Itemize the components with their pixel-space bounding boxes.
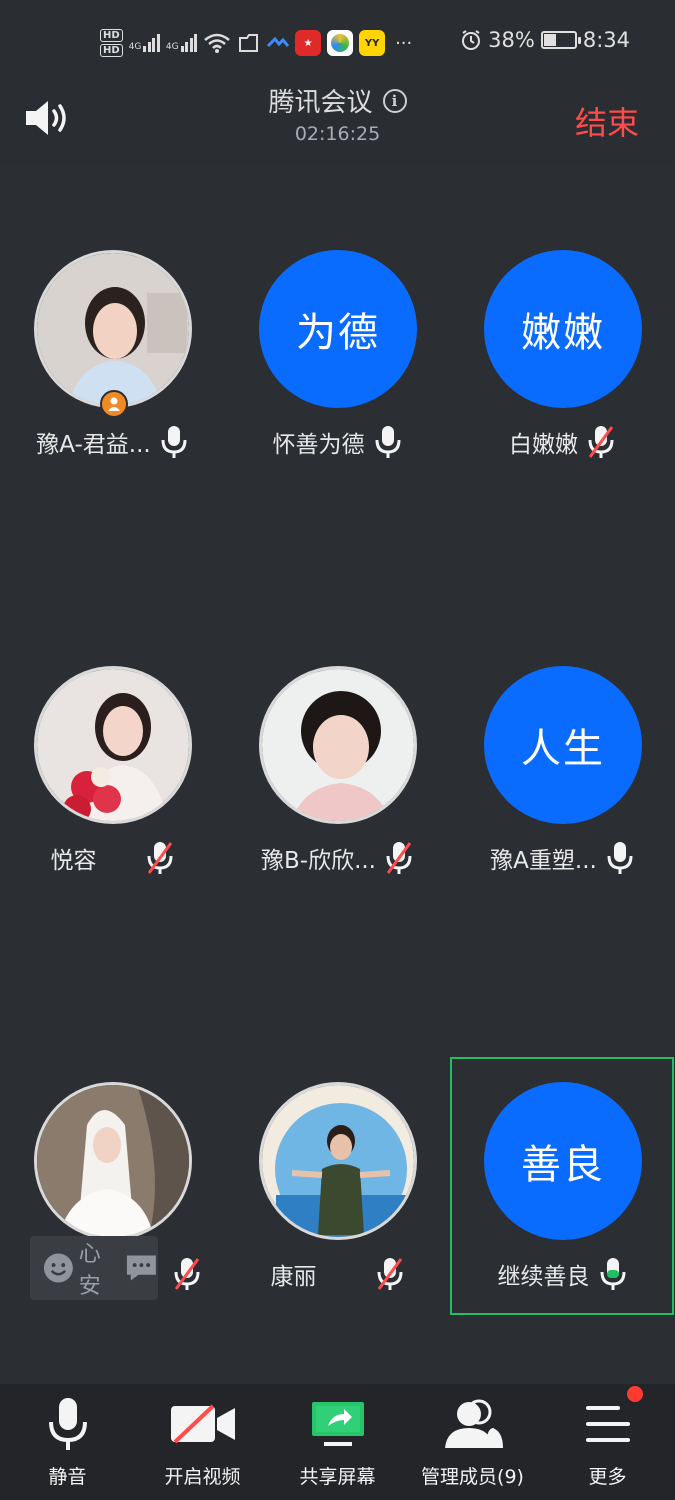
participant-tile[interactable]: 悦容 <box>0 578 225 874</box>
status-bar: HD HD 4G 4G ★ YY ··· 38% 8:34 <box>0 0 675 80</box>
mic-icon <box>607 842 633 874</box>
menu-icon <box>574 1396 642 1452</box>
alarm-icon <box>462 30 481 50</box>
chat-input-text[interactable]: 心安 <box>79 1236 121 1300</box>
meeting-title[interactable]: 腾讯会议 i <box>268 82 407 119</box>
share-screen-label: 共享屏幕 <box>299 1466 376 1488</box>
message-icon[interactable] <box>125 1253 158 1283</box>
participant-tile[interactable]: 康丽 <box>225 994 450 1290</box>
more-button[interactable]: 更多 <box>540 1384 675 1500</box>
emoji-icon[interactable] <box>42 1251 75 1285</box>
wifi-icon <box>204 33 230 53</box>
mic-muted-icon <box>377 1258 402 1290</box>
avatar-photo <box>37 1085 189 1237</box>
participant-name: 豫A-君益... <box>36 432 151 458</box>
mic-muted-icon <box>588 426 614 458</box>
info-icon[interactable]: i <box>382 88 407 113</box>
meeting-timer: 02:16:25 <box>294 123 381 145</box>
participant-tile[interactable]: 为德 怀善为德 <box>225 162 450 458</box>
mic-muted-icon <box>386 842 412 874</box>
active-speaker-frame <box>450 1057 674 1315</box>
participant-name-row: 豫B-欣欣... <box>225 840 450 876</box>
manage-members-label: 管理成员(9) <box>421 1466 524 1488</box>
signal-icon: 4G <box>165 34 198 52</box>
participant-tile[interactable]: 豫A-君益... <box>0 162 225 458</box>
participant-name: 康丽 <box>270 1264 317 1290</box>
participant-name: 悦容 <box>50 848 97 874</box>
app-icon: ★ <box>295 30 322 56</box>
title-area: 腾讯会议 i 02:16:25 <box>0 82 675 145</box>
mic-muted-icon <box>147 842 172 874</box>
participant-avatar <box>34 250 192 408</box>
clock: 8:34 <box>582 28 630 52</box>
participant-name-row: 悦容 <box>0 840 225 876</box>
hd-icon: HD <box>100 29 123 42</box>
more-label: 更多 <box>588 1466 627 1488</box>
start-video-label: 开启视频 <box>164 1466 241 1488</box>
participant-name-row: 怀善为德 <box>225 424 450 460</box>
participant-name: 豫B-欣欣... <box>260 848 376 874</box>
more-notifications-icon: ··· <box>395 32 413 54</box>
participant-avatar <box>259 666 417 824</box>
status-left: HD HD 4G 4G ★ YY ··· <box>100 22 412 64</box>
avatar-photo <box>262 669 414 821</box>
status-right: 38% 8:34 <box>460 28 630 52</box>
participant-avatar: 嫩嫩 <box>484 250 642 408</box>
notification-dot <box>627 1386 643 1402</box>
mic-icon <box>161 426 187 458</box>
hd-indicators: HD HD <box>100 29 123 57</box>
bottom-toolbar: 静音 开启视频 共享屏幕 管理成员(9) 更多 <box>0 1384 675 1500</box>
participant-avatar <box>34 666 192 824</box>
end-meeting-button[interactable]: 结束 <box>575 98 639 144</box>
network-type: 4G <box>128 42 142 52</box>
mute-label: 静音 <box>48 1466 87 1488</box>
participant-avatar <box>34 1082 192 1240</box>
battery-percent: 38% <box>488 28 535 52</box>
hd-icon: HD <box>100 44 123 57</box>
battery-icon <box>540 31 581 49</box>
participant-name: 豫A重塑... <box>490 848 597 874</box>
avatar-photo <box>37 669 189 821</box>
host-badge-icon <box>100 390 128 418</box>
participant-name: 怀善为德 <box>272 432 365 458</box>
folder-icon <box>239 34 259 52</box>
video-off-icon <box>169 1396 237 1452</box>
avatar-photo <box>262 1085 414 1237</box>
participant-avatar: 为德 <box>259 250 417 408</box>
mute-button[interactable]: 静音 <box>0 1384 135 1500</box>
meeting-title-text: 腾讯会议 <box>268 88 373 118</box>
chat-overlay[interactable]: 心安 <box>30 1236 158 1300</box>
members-icon <box>439 1396 507 1452</box>
bird-app-icon <box>267 36 290 48</box>
participant-name-row: 白嫩嫩 <box>450 424 675 460</box>
participant-name-row: 豫A-君益... <box>0 424 225 460</box>
participant-avatar <box>259 1082 417 1240</box>
share-screen-button[interactable]: 共享屏幕 <box>270 1384 405 1500</box>
participant-tile[interactable]: 嫩嫩 白嫩嫩 <box>450 162 675 458</box>
participant-avatar: 人生 <box>484 666 642 824</box>
participant-name-row: 康丽 <box>225 1256 450 1292</box>
meeting-header: 腾讯会议 i 02:16:25 结束 <box>0 80 675 162</box>
microphone-icon <box>34 1396 102 1452</box>
start-video-button[interactable]: 开启视频 <box>135 1384 270 1500</box>
signal-icon: 4G <box>129 34 160 52</box>
app-icon <box>327 30 354 56</box>
participant-name: 白嫩嫩 <box>509 432 578 458</box>
share-screen-icon <box>304 1396 372 1452</box>
avatar-photo <box>37 253 189 405</box>
participant-tile[interactable]: 豫B-欣欣... <box>225 578 450 874</box>
mic-muted-icon <box>174 1258 199 1290</box>
manage-members-button[interactable]: 管理成员(9) <box>405 1384 540 1500</box>
yy-app-icon: YY <box>359 30 386 56</box>
participant-tile[interactable]: 人生 豫A重塑... <box>450 578 675 874</box>
participant-grid: 豫A-君益... 为德 怀善为德 嫩嫩 白嫩嫩 悦容 豫B-欣欣... 人生 豫… <box>0 162 675 1384</box>
participant-tile[interactable] <box>0 994 225 1290</box>
participant-name-row: 豫A重塑... <box>450 840 675 876</box>
network-type: 4G <box>165 42 179 52</box>
mic-icon <box>375 426 400 458</box>
